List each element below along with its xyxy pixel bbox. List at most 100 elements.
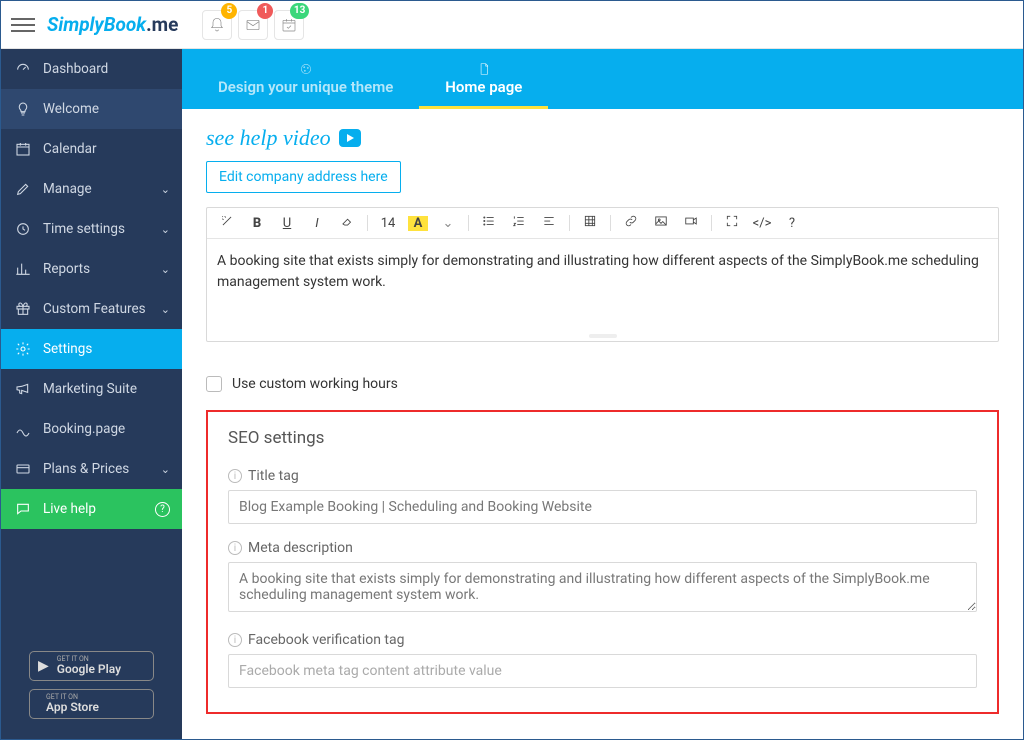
help-icon: ? (155, 502, 170, 517)
sidebar-label: Time settings (43, 221, 125, 237)
sidebar-item-reports[interactable]: Reports ⌄ (1, 249, 182, 289)
text-color-button[interactable]: A (408, 216, 428, 231)
page-icon (477, 62, 491, 76)
logo-suffix: .me (146, 13, 178, 36)
apple-label: App Store (46, 701, 99, 714)
mail-badge: 1 (257, 3, 273, 19)
code-button[interactable]: </> (752, 216, 772, 231)
edit-address-button[interactable]: Edit company address here (206, 161, 401, 193)
store-badges: ▶ GET IT ONGoogle Play GET IT ONApp Stor… (1, 631, 182, 739)
title-tag-field: i Title tag (228, 462, 977, 524)
tab-design-theme[interactable]: Design your unique theme (192, 49, 419, 109)
italic-button[interactable]: I (307, 216, 327, 231)
sidebar-label: Welcome (43, 101, 99, 117)
google-play-icon: ▶ (38, 658, 49, 674)
chevron-down-icon: ⌄ (161, 223, 170, 236)
sidebar-item-time-settings[interactable]: Time settings ⌄ (1, 209, 182, 249)
dashboard-icon (15, 61, 31, 77)
logo[interactable]: SimplyBook.me (47, 13, 178, 36)
meta-description-input[interactable] (228, 562, 977, 612)
gift-icon (15, 301, 31, 317)
sidebar-item-plans-prices[interactable]: Plans & Prices ⌄ (1, 449, 182, 489)
sidebar-item-welcome[interactable]: Welcome (1, 89, 182, 129)
sidebar-label: Booking.page (43, 421, 125, 437)
chevron-down-icon: ⌄ (161, 303, 170, 316)
booking-page-icon (15, 421, 31, 437)
clock-icon (15, 221, 31, 237)
font-size-value[interactable]: 14 (378, 216, 398, 231)
calendar-check-icon (281, 17, 297, 33)
calendar-badge: 13 (290, 3, 309, 19)
pencil-icon (15, 181, 31, 197)
sidebar-item-custom-features[interactable]: Custom Features ⌄ (1, 289, 182, 329)
facebook-tag-field: i Facebook verification tag (228, 632, 977, 688)
chevron-down-icon: ⌄ (161, 263, 170, 276)
bold-button[interactable]: B (247, 216, 267, 231)
tab-home-page[interactable]: Home page (419, 49, 548, 109)
title-tag-input[interactable] (228, 490, 977, 524)
align-button[interactable] (539, 214, 559, 232)
help-button[interactable]: ? (782, 216, 802, 231)
play-video-button[interactable] (339, 129, 361, 147)
seo-settings-section: SEO settings i Title tag i Meta descript… (206, 410, 999, 714)
sidebar-label: Calendar (43, 141, 97, 157)
image-button[interactable] (651, 214, 671, 232)
meta-description-field: i Meta description (228, 540, 977, 616)
eraser-button[interactable] (337, 214, 357, 232)
facebook-tag-input[interactable] (228, 654, 977, 688)
chevron-down-icon: ⌄ (161, 183, 170, 196)
info-icon[interactable]: i (228, 541, 242, 555)
chevron-down-icon[interactable]: ⌄ (438, 216, 458, 231)
notifications-badge: 5 (221, 3, 237, 19)
gear-icon (15, 341, 31, 357)
chart-icon (15, 261, 31, 277)
fullscreen-button[interactable] (722, 214, 742, 232)
sidebar-label: Dashboard (43, 61, 108, 77)
list-ul-button[interactable] (479, 214, 499, 232)
table-button[interactable] (580, 214, 600, 232)
sidebar-label: Plans & Prices (43, 461, 129, 477)
rich-text-editor: B U I 14 A ⌄ (206, 207, 999, 342)
resize-handle[interactable] (207, 331, 998, 341)
sidebar-item-marketing-suite[interactable]: Marketing Suite (1, 369, 182, 409)
calendar-button[interactable]: 13 (274, 10, 304, 40)
mail-icon (245, 17, 261, 33)
help-video-label: see help video (206, 125, 331, 151)
sidebar-item-live-help[interactable]: Live help ? (1, 489, 182, 529)
notifications-button[interactable]: 5 (202, 10, 232, 40)
video-button[interactable] (681, 214, 701, 232)
sidebar-item-booking-page[interactable]: Booking.page (1, 409, 182, 449)
main-content: Design your unique theme Home page see h… (182, 49, 1023, 739)
logo-main: SimplyBook (47, 13, 146, 36)
top-icon-row: 5 1 13 (202, 10, 304, 40)
bell-icon (209, 17, 225, 33)
sidebar-label: Custom Features (43, 301, 146, 317)
list-ol-button[interactable] (509, 214, 529, 232)
custom-hours-checkbox[interactable] (206, 376, 222, 392)
link-button[interactable] (621, 214, 641, 232)
meta-description-label: Meta description (248, 540, 353, 556)
sidebar-item-dashboard[interactable]: Dashboard (1, 49, 182, 89)
wand-icon[interactable] (217, 214, 237, 232)
underline-button[interactable]: U (277, 216, 297, 231)
tab-label: Design your unique theme (218, 78, 393, 96)
info-icon[interactable]: i (228, 469, 242, 483)
calendar-icon (15, 141, 31, 157)
title-tag-label: Title tag (248, 468, 299, 484)
sidebar-item-manage[interactable]: Manage ⌄ (1, 169, 182, 209)
info-icon[interactable]: i (228, 633, 242, 647)
google-play-badge[interactable]: ▶ GET IT ONGoogle Play (29, 651, 154, 681)
sidebar-item-settings[interactable]: Settings (1, 329, 182, 369)
tab-label: Home page (445, 78, 522, 96)
sidebar-item-calendar[interactable]: Calendar (1, 129, 182, 169)
lightbulb-icon (15, 101, 31, 117)
chat-icon (15, 501, 31, 517)
editor-textarea[interactable]: A booking site that exists simply for de… (207, 239, 998, 331)
top-bar: SimplyBook.me 5 1 13 (1, 1, 1023, 49)
app-store-badge[interactable]: GET IT ONApp Store (29, 689, 154, 719)
mail-button[interactable]: 1 (238, 10, 268, 40)
hamburger-icon[interactable] (11, 13, 35, 37)
editor-toolbar: B U I 14 A ⌄ (207, 208, 998, 239)
chevron-down-icon: ⌄ (161, 463, 170, 476)
megaphone-icon (15, 381, 31, 397)
